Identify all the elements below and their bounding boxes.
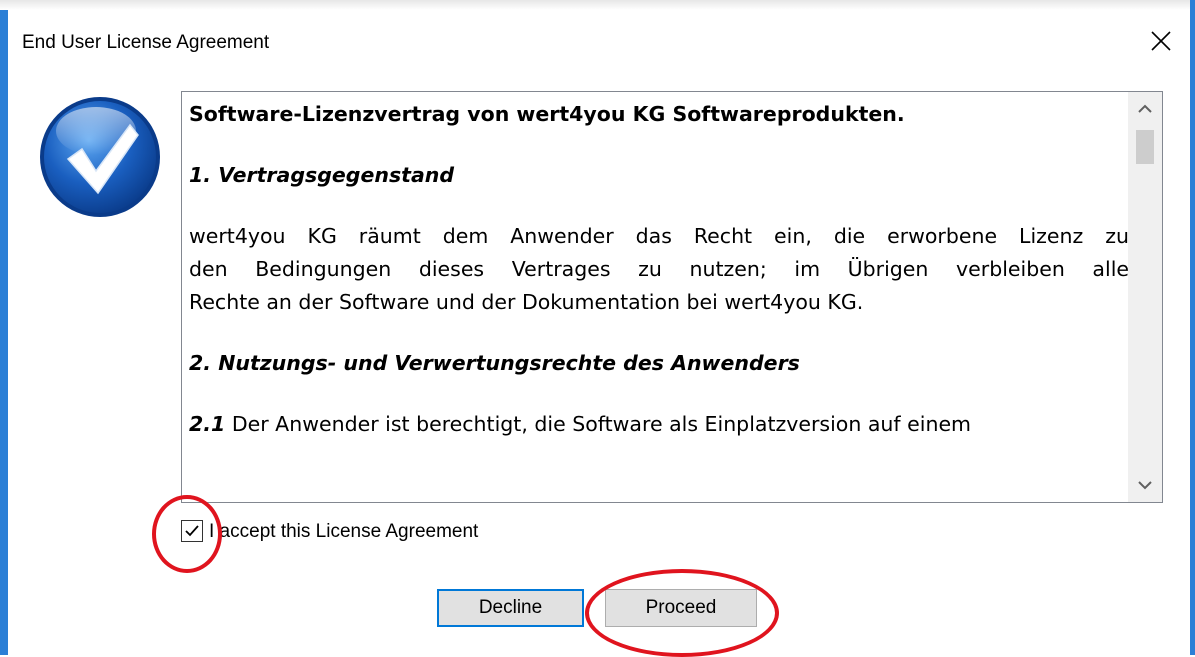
accept-label[interactable]: I accept this License Agreement xyxy=(209,521,478,543)
section-1-line: wert4you KG räumt dem Anwender das Recht… xyxy=(189,224,1129,248)
checkmark-badge-icon xyxy=(40,97,160,217)
section-2-title: 2. Nutzungs- und Verwertungsrechte des A… xyxy=(189,351,800,375)
section-2-1-text: Der Anwender ist berechtigt, die Softwar… xyxy=(225,412,972,436)
scroll-down-button[interactable] xyxy=(1128,468,1162,502)
section-2-1-number: 2.1 xyxy=(189,412,226,436)
close-button[interactable] xyxy=(1132,18,1190,64)
vertical-scrollbar[interactable] xyxy=(1128,92,1162,502)
window-shadow xyxy=(0,0,1195,10)
section-2-1-paragraph: 2.1 Der Anwender ist berechtigt, die Sof… xyxy=(189,408,1129,441)
checkmark-icon xyxy=(185,525,199,537)
license-heading: Software-Lizenzvertrag von wert4you KG S… xyxy=(189,102,905,126)
scroll-up-button[interactable] xyxy=(1128,92,1162,126)
accept-agreement-row[interactable]: I accept this License Agreement xyxy=(181,519,581,547)
decline-button[interactable]: Decline xyxy=(437,589,584,627)
license-dialog: End User License Agreement Software-Lize… xyxy=(0,0,1195,657)
section-1-title: 1. Vertragsgegenstand xyxy=(189,163,455,187)
window-title: End User License Agreement xyxy=(22,32,270,53)
close-icon xyxy=(1151,31,1171,51)
proceed-button[interactable]: Proceed xyxy=(605,589,757,627)
chevron-up-icon xyxy=(1138,104,1152,113)
section-1-line: Rechte an der Software und der Dokumenta… xyxy=(189,290,864,314)
license-text: Software-Lizenzvertrag von wert4you KG S… xyxy=(189,98,1129,441)
section-1-line: den Bedingungen dieses Vertrages zu nutz… xyxy=(189,257,1129,281)
accept-checkbox[interactable] xyxy=(181,520,203,542)
license-text-box[interactable]: Software-Lizenzvertrag von wert4you KG S… xyxy=(181,91,1163,503)
title-bar[interactable]: End User License Agreement xyxy=(8,10,1190,72)
scroll-thumb[interactable] xyxy=(1136,130,1154,164)
chevron-down-icon xyxy=(1138,481,1152,490)
